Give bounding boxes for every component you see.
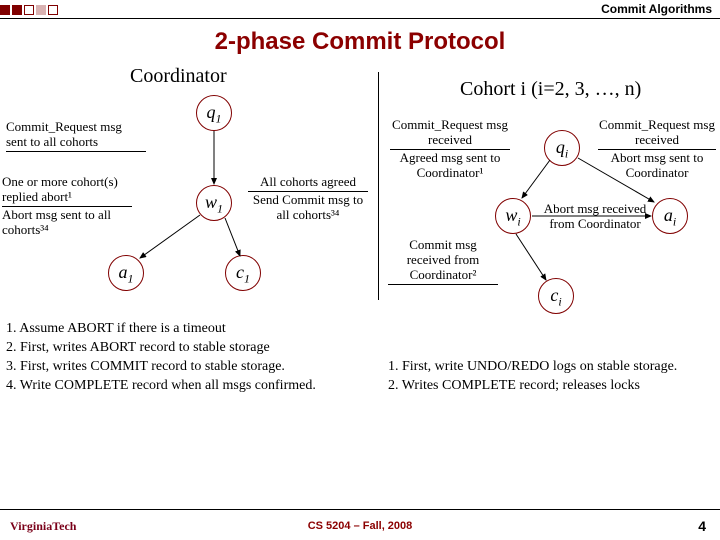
- state-w1: w1: [196, 185, 232, 221]
- state-ci: ci: [538, 278, 574, 314]
- trans-w1-c1: All cohorts agreed Send Commit msg to al…: [248, 175, 368, 223]
- state-wi: wi: [495, 198, 531, 234]
- cohort-heading: Cohort i (i=2, 3, …, n): [460, 78, 641, 101]
- trans-wi-ai: Abort msg received from Coordinator: [540, 202, 650, 232]
- trans-wi-ci: Commit msg received from Coordinator²: [388, 238, 498, 286]
- footer-course: CS 5204 – Fall, 2008: [0, 520, 720, 532]
- page-title: 2-phase Commit Protocol: [0, 28, 720, 56]
- trans-w1-a1: One or more cohort(s) replied abort¹ Abo…: [2, 175, 132, 238]
- bottom-divider: [0, 509, 720, 510]
- center-divider: [378, 72, 379, 300]
- state-q1: q1: [196, 95, 232, 131]
- footer-page-number: 4: [698, 518, 706, 534]
- topic-label: Commit Algorithms: [601, 2, 712, 16]
- coordinator-heading: Coordinator: [130, 65, 227, 88]
- trans-q1-w1: Commit_Request msg sent to all cohorts: [6, 120, 146, 153]
- state-c1: c1: [225, 255, 261, 291]
- trans-qi-ai: Commit_Request msg received Abort msg se…: [598, 118, 716, 181]
- state-a1: a1: [108, 255, 144, 291]
- cohort-notes: 1. First, write UNDO/REDO logs on stable…: [388, 358, 718, 396]
- state-ai: ai: [652, 198, 688, 234]
- state-qi: qi: [544, 130, 580, 166]
- top-divider: [0, 18, 720, 19]
- coordinator-notes: 1. Assume ABORT if there is a timeout 2.…: [6, 320, 366, 396]
- trans-qi-wi: Commit_Request msg received Agreed msg s…: [390, 118, 510, 181]
- topbar: Commit Algorithms: [0, 0, 720, 18]
